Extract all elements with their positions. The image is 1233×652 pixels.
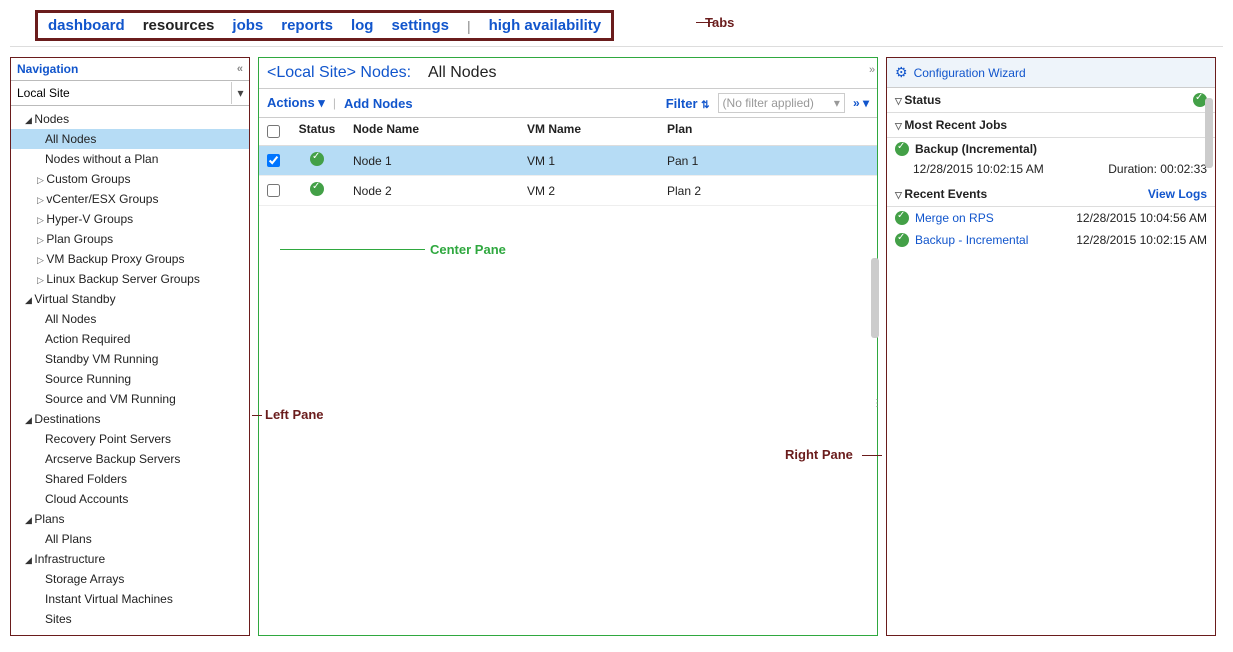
status-ok-icon	[895, 142, 909, 156]
row-checkbox[interactable]	[267, 154, 280, 167]
event-row: Merge on RPS 12/28/2015 10:04:56 AM	[887, 207, 1215, 229]
nav-item[interactable]: VM Backup Proxy Groups	[11, 249, 249, 269]
cell-plan: Plan 2	[667, 184, 847, 198]
event-link[interactable]: Merge on RPS	[915, 211, 1070, 225]
nav-item[interactable]: Linux Backup Server Groups	[11, 269, 249, 289]
tab-log[interactable]: log	[351, 17, 374, 34]
nav-item[interactable]: Storage Arrays	[11, 569, 249, 589]
left-pane: Navigation « ▾ NodesAll NodesNodes witho…	[10, 57, 250, 636]
filter-menu[interactable]: Filter ⇅	[666, 96, 710, 111]
right-pane: » ⚙ Configuration Wizard Status Most Rec…	[886, 57, 1216, 636]
tab-high-availability[interactable]: high availability	[489, 17, 602, 34]
annotation-right: Right Pane	[785, 447, 853, 462]
tab-jobs[interactable]: jobs	[232, 17, 263, 34]
tab-settings[interactable]: settings	[391, 17, 449, 34]
grid-header: Status Node Name VM Name Plan	[259, 118, 877, 146]
tab-reports[interactable]: reports	[281, 17, 333, 34]
nav-title: Navigation	[17, 62, 78, 76]
col-node[interactable]: Node Name	[347, 122, 527, 141]
splitter-handle[interactable]: ⋮	[872, 398, 881, 409]
col-plan[interactable]: Plan	[667, 122, 847, 141]
config-wizard-row[interactable]: ⚙ Configuration Wizard	[887, 58, 1215, 88]
nav-item[interactable]: Source Running	[11, 369, 249, 389]
status-ok-icon	[310, 152, 324, 166]
event-link[interactable]: Backup - Incremental	[915, 233, 1070, 247]
cell-vm: VM 2	[527, 184, 667, 198]
nav-item[interactable]: Standby VM Running	[11, 349, 249, 369]
nav-item[interactable]: Arcserve Backup Servers	[11, 449, 249, 469]
nav-item[interactable]: All Nodes	[11, 129, 249, 149]
nav-item[interactable]: Action Required	[11, 329, 249, 349]
nav-item[interactable]: Hyper-V Groups	[11, 209, 249, 229]
nav-item[interactable]: Plans	[11, 509, 249, 529]
center-scrollbar[interactable]	[871, 258, 879, 338]
event-time: 12/28/2015 10:04:56 AM	[1076, 211, 1207, 225]
nav-item[interactable]: Cloud Accounts	[11, 489, 249, 509]
job-name: Backup (Incremental)	[915, 142, 1207, 156]
nav-item[interactable]: Recovery Point Servers	[11, 429, 249, 449]
right-scrollbar[interactable]	[1205, 98, 1213, 168]
table-row[interactable]: Node 2VM 2Plan 2	[259, 176, 877, 206]
nav-item[interactable]: Nodes without a Plan	[11, 149, 249, 169]
select-all-checkbox[interactable]	[267, 125, 280, 138]
cell-node: Node 2	[347, 184, 527, 198]
nav-item[interactable]: Sites	[11, 609, 249, 629]
filter-select[interactable]: (No filter applied)▾	[718, 93, 845, 113]
col-vm[interactable]: VM Name	[527, 122, 667, 141]
event-time: 12/28/2015 10:02:15 AM	[1076, 233, 1207, 247]
tab-resources[interactable]: resources	[143, 17, 215, 34]
gear-icon: ⚙	[895, 64, 908, 81]
nav-item[interactable]: Infrastructure	[11, 549, 249, 569]
actions-menu[interactable]: Actions ▾	[267, 95, 325, 111]
col-status[interactable]: Status	[287, 122, 347, 141]
add-nodes-button[interactable]: Add Nodes	[344, 96, 413, 111]
nav-item[interactable]: Virtual Standby	[11, 289, 249, 309]
nav-item[interactable]: Destinations	[11, 409, 249, 429]
status-ok-icon	[310, 182, 324, 196]
cell-plan: Pan 1	[667, 154, 847, 168]
more-button[interactable]: » ▾	[853, 96, 869, 110]
nav-item[interactable]: Plan Groups	[11, 229, 249, 249]
nav-item[interactable]: Nodes	[11, 109, 249, 129]
nav-item[interactable]: Source and VM Running	[11, 389, 249, 409]
nav-item[interactable]: All Plans	[11, 529, 249, 549]
status-ok-icon	[895, 233, 909, 247]
nav-item[interactable]: All Nodes	[11, 309, 249, 329]
tabs-bar: dashboard resources jobs reports log settings…	[35, 10, 614, 41]
annotation-tabs: Tabs	[705, 15, 734, 30]
nav-tree: NodesAll NodesNodes without a PlanCustom…	[11, 106, 249, 635]
expand-right-icon[interactable]: »	[869, 64, 875, 76]
nav-item[interactable]: Shared Folders	[11, 469, 249, 489]
row-checkbox[interactable]	[267, 184, 280, 197]
annotation-center: Center Pane	[430, 242, 506, 257]
event-row: Backup - Incremental 12/28/2015 10:02:15 …	[887, 229, 1215, 251]
tab-dashboard[interactable]: dashboard	[48, 17, 125, 34]
jobs-section[interactable]: Most Recent Jobs	[904, 118, 1007, 132]
cell-vm: VM 1	[527, 154, 667, 168]
job-time: 12/28/2015 10:02:15 AM	[913, 162, 1044, 176]
events-section[interactable]: Recent Events	[904, 187, 987, 201]
view-logs-link[interactable]: View Logs	[1148, 187, 1207, 201]
nav-item[interactable]: vCenter/ESX Groups	[11, 189, 249, 209]
site-dropdown-icon[interactable]: ▾	[231, 82, 249, 104]
annotation-left: Left Pane	[265, 407, 324, 422]
status-ok-icon	[895, 211, 909, 225]
collapse-left-icon[interactable]: «	[237, 63, 243, 75]
center-title: <Local Site> Nodes: All Nodes	[259, 58, 877, 88]
center-pane: <Local Site> Nodes: All Nodes Actions ▾ …	[258, 57, 878, 636]
status-section[interactable]: Status	[904, 93, 941, 107]
nav-item[interactable]: Instant Virtual Machines	[11, 589, 249, 609]
cell-node: Node 1	[347, 154, 527, 168]
nav-item[interactable]: Custom Groups	[11, 169, 249, 189]
site-input[interactable]	[11, 81, 231, 105]
table-row[interactable]: Node 1VM 1Pan 1	[259, 146, 877, 176]
